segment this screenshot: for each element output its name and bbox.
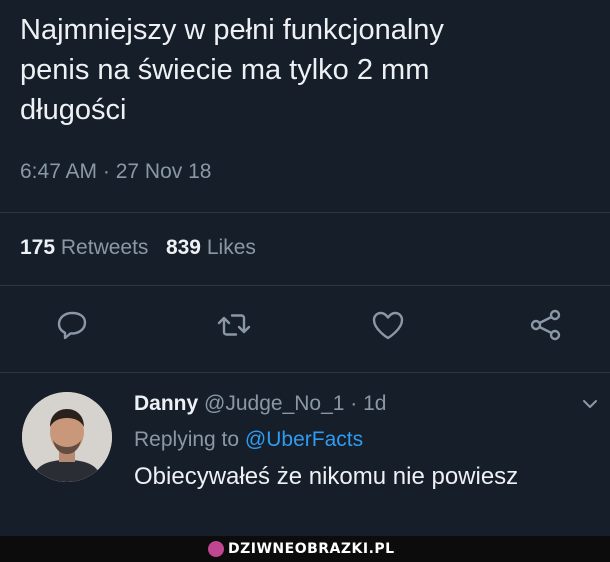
tweet-stats: 175 Retweets 839 Likes (20, 236, 256, 260)
replying-to: Replying to @UberFacts (134, 428, 363, 452)
like-button[interactable] (368, 305, 408, 345)
retweets-label: Retweets (60, 236, 149, 259)
retweets-stat[interactable]: 175 Retweets (20, 236, 148, 259)
reply-header: Danny @Judge_No_1 · 1d (134, 392, 386, 416)
replying-to-mention[interactable]: @UberFacts (245, 428, 363, 451)
divider (0, 285, 610, 286)
reply-button[interactable] (52, 305, 92, 345)
watermark-bar: DZIWNEOBRAZKI.PL (0, 536, 610, 562)
tweet-text: Najmniejszy w pełni funkcjonalny penis n… (20, 10, 590, 130)
tweet-text-line: penis na świecie ma tylko 2 mm (20, 54, 430, 86)
likes-label: Likes (206, 236, 256, 259)
watermark: DZIWNEOBRAZKI.PL (208, 540, 395, 558)
likes-stat[interactable]: 839 Likes (166, 236, 256, 259)
chevron-down-icon (583, 400, 597, 408)
tweet-timestamp[interactable]: 6:47 AM · 27 Nov 18 (20, 160, 211, 184)
reply-author-handle[interactable]: @Judge_No_1 · 1d (204, 392, 386, 415)
retweet-button[interactable] (214, 305, 254, 345)
watermark-text: DZIWNEOBRAZKI.PL (228, 541, 395, 557)
reply-author-name[interactable]: Danny (134, 392, 198, 415)
share-button[interactable] (526, 305, 566, 345)
divider (0, 372, 610, 373)
like-icon (372, 311, 404, 340)
retweet-icon (217, 314, 251, 336)
reply-text: Obiecywałeś że nikomu nie powiesz (134, 463, 519, 490)
avatar[interactable] (22, 392, 112, 482)
tweet-text-line: długości (20, 94, 127, 126)
tweet-actions (0, 305, 610, 355)
share-icon (530, 309, 561, 341)
reply-tweet[interactable]: Danny @Judge_No_1 · 1d Replying to @Uber… (0, 376, 610, 526)
tweet-text-line: Najmniejszy w pełni funkcjonalny (20, 14, 444, 46)
more-options-button[interactable] (580, 394, 600, 414)
watermark-logo-icon (208, 541, 224, 557)
avatar-image (22, 392, 112, 482)
divider (0, 212, 610, 213)
replying-to-prefix: Replying to (134, 428, 245, 451)
reply-icon (57, 311, 87, 340)
retweets-count: 175 (20, 236, 56, 259)
likes-count: 839 (165, 236, 201, 259)
